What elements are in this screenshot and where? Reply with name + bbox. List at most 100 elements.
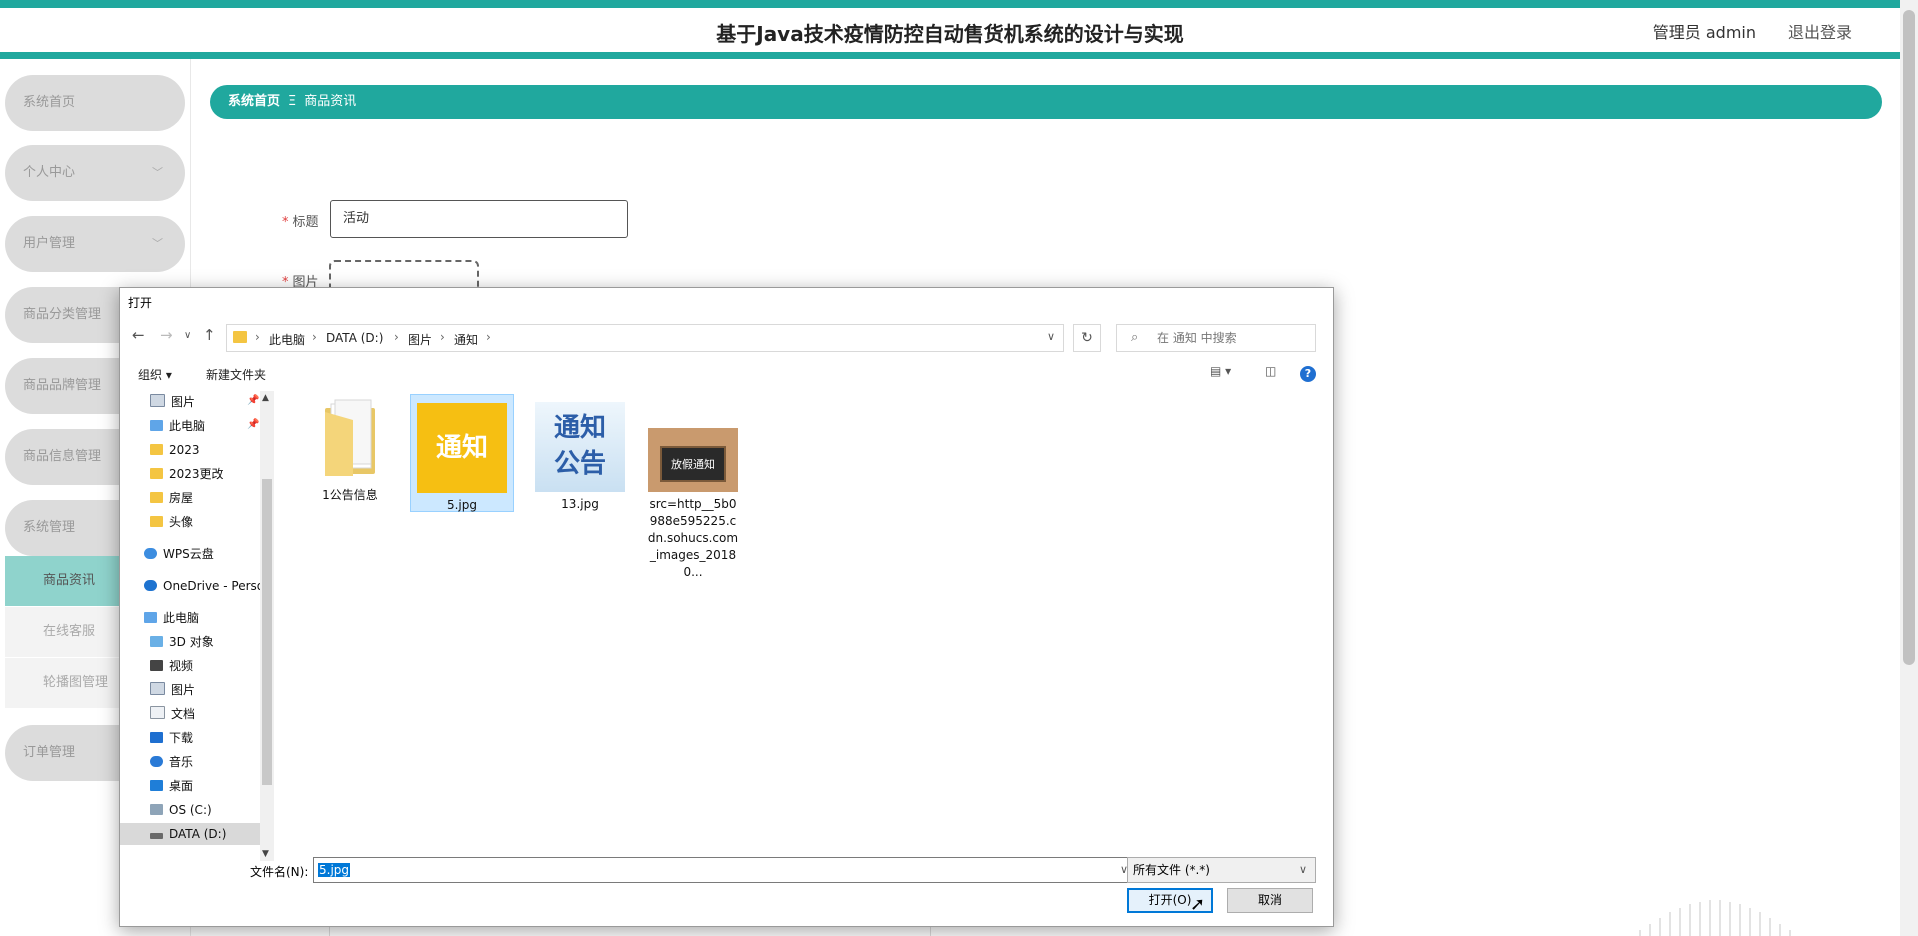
nav-item-pictures-quick[interactable]: 图片 [150, 391, 195, 413]
path-segment[interactable]: DATA (D:) [326, 331, 383, 345]
view-options-icon[interactable]: ▤ ▾ [1210, 364, 1231, 378]
music-icon [150, 756, 163, 767]
sidebar-item-home[interactable]: 系统首页 [5, 75, 185, 131]
sidebar-item-user-management[interactable]: 用户管理 ﹀ [5, 216, 185, 272]
page-scrollbar-thumb[interactable] [1903, 10, 1915, 665]
sidebar-item-label: 商品信息管理 [23, 449, 102, 464]
chevron-right-icon: › [394, 330, 399, 344]
scroll-down-icon[interactable]: ▼ [262, 849, 269, 859]
logout-link[interactable]: 退出登录 [1788, 19, 1852, 43]
file-item-5jpg[interactable]: 通知 5.jpg [410, 394, 514, 512]
chevron-down-icon: ﹀ [152, 237, 163, 250]
address-bar[interactable]: › 此电脑 › DATA (D:) › 图片 › 通知 › ∨ [226, 324, 1064, 352]
nav-item-folder-2023-changes[interactable]: 2023更改 [150, 463, 224, 485]
nav-item-this-pc[interactable]: 此电脑 [144, 607, 199, 629]
image-thumbnail: 放假通知 [648, 428, 738, 492]
sidebar-item-label: 用户管理 [23, 236, 76, 251]
chevron-right-icon: › [255, 330, 260, 344]
file-item-13jpg[interactable]: 通知 公告 13.jpg [528, 402, 632, 513]
up-arrow-icon[interactable]: ↑ [203, 326, 216, 344]
file-name: 1公告信息 [322, 488, 378, 502]
nav-item-wps-cloud[interactable]: WPS云盘 [144, 543, 214, 565]
image-thumbnail: 通知 公告 [535, 402, 625, 492]
navigation-pane: 图片 📌 此电脑 📌 2023 2023更改 房屋 头像 WPS云盘 OneDr… [120, 391, 260, 861]
sidebar-item-label: 订单管理 [23, 745, 76, 760]
search-icon: ⌕ [1131, 330, 1139, 345]
path-segment[interactable]: 图片 [408, 331, 432, 348]
file-open-dialog: 打开 ← → ∨ ↑ › 此电脑 › DATA (D:) › 图片 › 通知 ›… [119, 287, 1334, 927]
path-segment[interactable]: 此电脑 [269, 331, 305, 348]
filename-input[interactable]: 5.jpg ∨ [313, 857, 1135, 883]
navigation-scrollbar-thumb[interactable] [262, 479, 272, 785]
file-name: 13.jpg [561, 497, 599, 511]
nav-item-documents[interactable]: 文档 [150, 703, 195, 725]
folder-icon [150, 492, 163, 503]
path-segment[interactable]: 通知 [454, 331, 478, 348]
search-input[interactable]: ⌕ 在 通知 中搜索 [1116, 324, 1316, 352]
folder-icon [150, 468, 163, 479]
sidebar-item-label: 在线客服 [43, 624, 96, 639]
computer-icon [144, 612, 157, 623]
new-folder-button[interactable]: 新建文件夹 [206, 366, 266, 383]
pictures-icon [150, 682, 165, 695]
video-icon [150, 660, 163, 671]
recent-locations-chevron-icon[interactable]: ∨ [184, 330, 191, 341]
nav-item-data-d[interactable]: DATA (D:) [120, 823, 260, 845]
app-header: 基于Java技术疫情防控自动售货机系统的设计与实现 管理员 admin 退出登录 [0, 8, 1900, 54]
nav-item-folder-house[interactable]: 房屋 [150, 487, 193, 509]
chevron-down-icon: ﹀ [152, 166, 163, 179]
nav-item-music[interactable]: 音乐 [150, 751, 193, 773]
nav-item-downloads[interactable]: 下载 [150, 727, 193, 749]
header-accent-line [0, 52, 1900, 59]
help-icon[interactable]: ? [1300, 366, 1316, 382]
chevron-right-icon: › [486, 330, 491, 344]
filetype-select[interactable]: 所有文件 (*.*) ∨ [1127, 857, 1316, 883]
preview-pane-icon[interactable]: ◫ [1265, 364, 1276, 378]
nav-item-onedrive[interactable]: OneDrive - Perso [144, 575, 260, 597]
pin-icon: 📌 [247, 419, 260, 430]
sidebar-item-label: 商品品牌管理 [23, 378, 102, 393]
refresh-icon[interactable]: ↻ [1073, 324, 1101, 352]
sidebar-item-label: 系统首页 [23, 95, 76, 110]
file-item-folder[interactable]: 1公告信息 [298, 398, 402, 504]
breadcrumb: 系统首页 Ξ 商品资讯 [210, 85, 1882, 119]
title-field-label: * 标题 [282, 215, 319, 230]
sidebar-item-label: 系统管理 [23, 520, 76, 535]
sidebar-item-personal-center[interactable]: 个人中心 ﹀ [5, 145, 185, 201]
page-scrollbar[interactable] [1900, 0, 1918, 936]
organize-menu[interactable]: 组织 ▾ [138, 366, 172, 383]
file-item-sohu-image[interactable]: 放假通知 src=http__5b0988e595225.cdn.sohucs.… [641, 428, 745, 581]
required-mark: * [282, 215, 289, 230]
folder-icon [233, 331, 247, 343]
breadcrumb-separator: Ξ [288, 94, 297, 109]
sidebar-item-label: 商品分类管理 [23, 307, 102, 322]
decorative-wave-graphic [1639, 900, 1791, 936]
chevron-down-icon: ∨ [1298, 863, 1307, 876]
scroll-up-icon[interactable]: ▲ [262, 393, 269, 403]
nav-item-3d-objects[interactable]: 3D 对象 [150, 631, 214, 653]
chevron-down-icon[interactable]: ∨ [1047, 330, 1055, 343]
forward-arrow-icon[interactable]: → [160, 326, 173, 344]
top-accent-stripe [0, 0, 1900, 8]
nav-item-desktop[interactable]: 桌面 [150, 775, 193, 797]
3d-objects-icon [150, 636, 163, 647]
breadcrumb-home[interactable]: 系统首页 [228, 94, 280, 109]
cloud-icon [144, 548, 157, 559]
cloud-icon [144, 580, 157, 591]
nav-item-this-pc-quick[interactable]: 此电脑 [150, 415, 205, 437]
page-title: 基于Java技术疫情防控自动售货机系统的设计与实现 [716, 22, 1184, 46]
cancel-button[interactable]: 取消 [1227, 888, 1313, 913]
image-thumbnail: 通知 [417, 403, 507, 493]
folder-icon [150, 444, 163, 455]
nav-item-videos[interactable]: 视频 [150, 655, 193, 677]
nav-item-pictures[interactable]: 图片 [150, 679, 195, 701]
sidebar-item-label: 轮播图管理 [43, 675, 109, 690]
sidebar-item-label: 个人中心 [23, 165, 76, 180]
back-arrow-icon[interactable]: ← [132, 326, 145, 344]
nav-item-folder-2023[interactable]: 2023 [150, 439, 200, 461]
dialog-title: 打开 [128, 296, 153, 310]
nav-item-os-c[interactable]: OS (C:) [150, 799, 212, 821]
navigation-scrollbar[interactable]: ▲ ▼ [260, 391, 274, 861]
title-input[interactable]: 活动 [330, 200, 628, 238]
nav-item-folder-avatar[interactable]: 头像 [150, 511, 193, 533]
